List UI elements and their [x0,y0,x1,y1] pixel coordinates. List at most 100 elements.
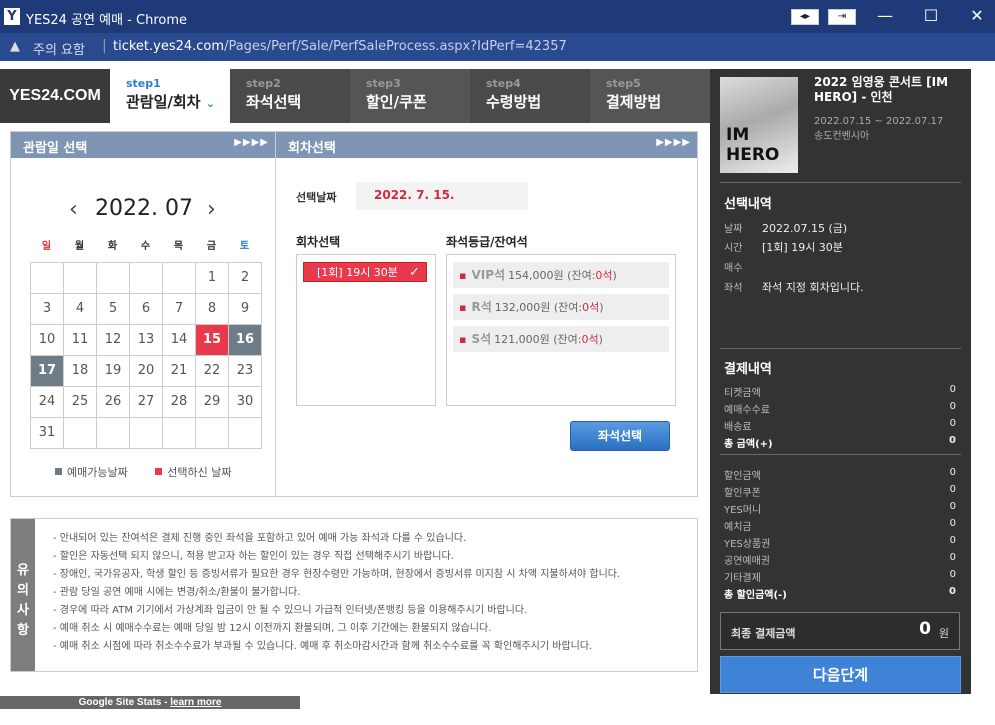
grade-remain: 0석 [582,301,600,314]
price-row: 배송료 0 [724,418,956,433]
grade-list: ▪ VIP석 154,000원 (잔여:0석) ▪ R석 132,000원 (잔여:0석… [446,254,676,406]
step-3-tab[interactable]: step3 할인/쿠폰 [350,69,470,123]
seat-select-button[interactable]: 좌석선택 [570,421,670,451]
grade-row-s: ▪ S석 121,000원 (잔여:0석) [453,326,669,352]
close-button[interactable]: ✕ [962,5,992,27]
url-text[interactable]: ticket.yes24.com/Pages/Perf/Sale/PerfSal… [113,39,567,54]
calendar-day: 20 [130,356,163,387]
calendar-day[interactable]: 15 [196,325,229,356]
selected-date-label: 선택날짜 [296,191,337,204]
calendar-day: 10 [31,325,64,356]
concert-title: 2022 임영웅 콘서트 [IM HERO] - 인천 [814,75,949,104]
calendar-day: 9 [229,294,262,325]
discount-row: YES머니 0 [724,501,956,516]
grade-remain: 0석 [595,269,613,282]
weekday-label: 토 [239,241,250,252]
calendar-day: 6 [130,294,163,325]
bullet-icon: ▪ [459,269,467,282]
tab-switch-icon[interactable]: ◂▸ [791,9,819,25]
weekday-label: 금 [206,241,217,252]
calendar-grid: 1 2 3 4 5 6 7 8 9 10 11 12 13 14 15 16 17 18 19 20 21 22 23 24 2… [30,262,262,449]
notice-side-label: 유 의 사 항 [11,519,35,671]
step-5-tab[interactable]: step5 결제방법 [590,69,710,123]
step-number: step4 [486,77,521,90]
concert-poster: IM HERO [720,77,798,173]
calendar-empty-cell [163,263,196,294]
grade-remain-suffix: ) [599,301,604,314]
calendar-day: 4 [64,294,97,325]
calendar-day: 12 [97,325,130,356]
divider [720,182,961,183]
google-site-stats: Google Site Stats - learn more [0,696,300,709]
calendar-day: 2 [229,263,262,294]
date-select-panel: 관람일 선택 ▶▶▶▶ ‹ 2022. 07 › 일월화수목금토 1234567… [10,131,276,497]
calendar-day: 18 [64,356,97,387]
step-1-tab[interactable]: step1 관람일/회차 ⌄ [110,69,230,123]
calendar-day: 30 [229,387,262,418]
notice-list: - 안내되어 있는 잔여석은 결제 진행 중인 좌석을 포함하고 있어 예매 가… [53,530,620,656]
warning-triangle-icon[interactable]: ▲ [10,39,20,54]
weekday-label: 목 [173,241,184,252]
calendar-empty-cell [97,263,130,294]
calendar-empty-cell [163,418,196,449]
grade-name: R석 [471,300,492,314]
final-amount-label: 최종 결제금액 [731,627,796,640]
calendar-day: 11 [64,325,97,356]
step-label: 좌석선택 [246,93,302,111]
calendar-day: 14 [163,325,196,356]
square-icon [155,468,163,475]
final-amount-box: 최종 결제금액 0 원 [720,612,960,650]
selected-date-value: 2022. 7. 15. [356,182,528,210]
selection-row: 날짜 2022.07.15 (금) [724,222,848,235]
yes24-logo[interactable]: YES24.COM [0,69,110,123]
maximize-button[interactable]: ☐ [916,5,946,27]
step-label: 할인/쿠폰 [366,93,427,111]
selection-row: 매수 [724,263,743,274]
grade-remain-suffix: ) [612,269,617,282]
minimize-button[interactable]: — [870,5,900,27]
calendar-empty-cell [97,418,130,449]
calendar-day: 7 [163,294,196,325]
grade-remain-prefix: (잔여: [553,333,582,346]
round-list-title: 회차선택 [296,235,341,249]
scrollbar[interactable] [980,61,995,725]
bullet-icon: ▪ [459,333,467,346]
panel-header: 회차선택 ▶▶▶▶ [276,132,697,158]
arrows-icon: ▶▶▶▶ [234,137,269,148]
calendar-empty-cell [64,418,97,449]
next-step-button[interactable]: 다음단계 [720,656,961,693]
round-item[interactable]: [1회] 19시 30분 ✓ [303,262,427,282]
learn-more-link[interactable]: learn more [170,697,221,708]
calendar-day[interactable]: 17 [31,356,64,387]
calendar-day: 27 [130,387,163,418]
security-status[interactable]: 주의 요함 [33,39,85,58]
step-label: 결제방법 [606,93,662,111]
discount-row: YES상품권 0 [724,535,956,550]
step-number: step1 [126,77,161,90]
step-header: YES24.COM step1 관람일/회차 ⌄ step2 좌석선택 step… [0,69,710,123]
next-month-icon[interactable]: › [207,197,216,222]
calendar-day: 3 [31,294,64,325]
address-separator: | [102,38,107,54]
grade-price: 121,000원 [494,333,550,346]
grade-name: S석 [471,332,492,346]
calendar-empty-cell [31,263,64,294]
calendar-day: 29 [196,387,229,418]
grade-name: VIP석 [471,268,506,282]
poster-text: IM HERO [726,125,780,165]
calendar-day[interactable]: 16 [229,325,262,356]
notice-item: - 예매 취소 시 예매수수료는 예매 당일 밤 12시 이전까지 환불되며, … [53,623,492,634]
step-2-tab[interactable]: step2 좌석선택 [230,69,350,123]
selection-row: 좌석 좌석 지정 회차입니다. [724,281,864,294]
open-in-tab-icon[interactable]: ⇥ [828,9,856,25]
address-bar[interactable]: ▲ 주의 요함 | ticket.yes24.com/Pages/Perf/Sa… [0,33,995,61]
notice-item: - 관람 당일 공연 예매 시에는 변경/취소/환불이 불가합니다. [53,587,301,598]
grade-remain: 0석 [581,333,599,346]
discount-total-row: 총 할인금액(-) 0 [724,586,956,601]
prev-month-icon[interactable]: ‹ [69,197,78,222]
panel-header: 관람일 선택 ▶▶▶▶ [11,132,275,158]
window-titlebar: Y YES24 공연 예매 - Chrome ◂▸ ⇥ — ☐ ✕ [0,0,995,33]
price-row: 예매수수료 0 [724,401,956,416]
calendar-day: 8 [196,294,229,325]
step-4-tab[interactable]: step4 수령방법 [470,69,590,123]
